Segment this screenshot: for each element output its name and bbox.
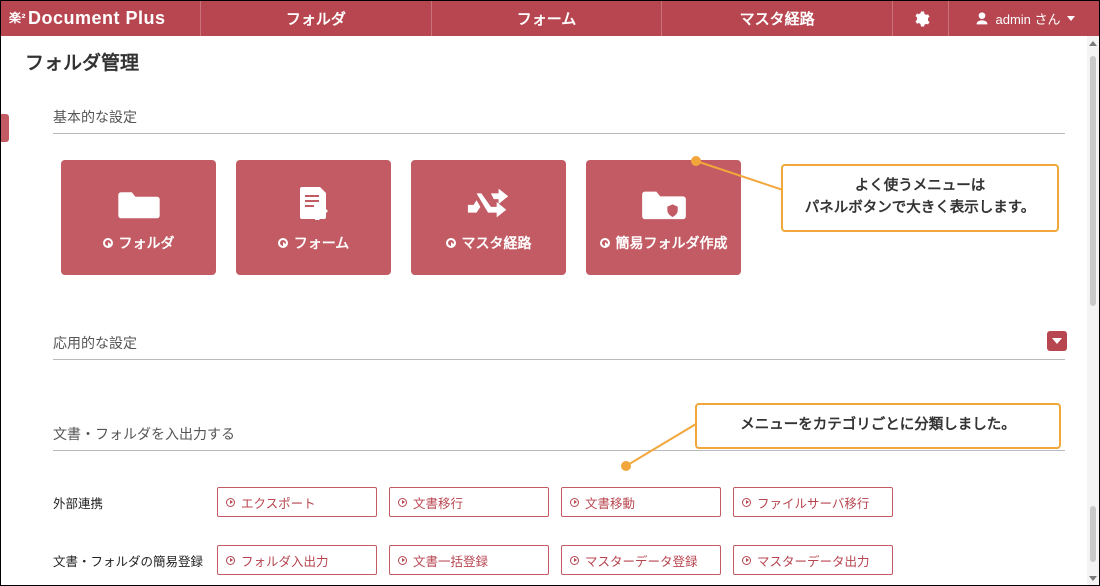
pill-label: マスターデータ登録: [585, 551, 698, 570]
panel-folder-label: フォルダ: [119, 233, 175, 253]
chevron-down-icon: [1052, 338, 1062, 344]
pill-label: フォルダ入出力: [241, 551, 329, 570]
scroll-down-button[interactable]: [1087, 571, 1099, 585]
nav-folder[interactable]: フォルダ: [201, 1, 432, 36]
vertical-scrollbar[interactable]: [1087, 36, 1099, 585]
pill-label: 文書一括登録: [413, 551, 488, 570]
bullet-icon: [570, 556, 579, 565]
user-name-label: admin さん: [996, 9, 1061, 28]
section-advanced-heading: 応用的な設定: [53, 333, 1065, 360]
folder-shield-icon: [641, 183, 687, 223]
callout-panel-text: よく使うメニューは パネルボタンで大きく表示します。: [805, 178, 1036, 216]
collapse-toggle[interactable]: [1047, 331, 1067, 351]
pill-export[interactable]: エクスポート: [217, 487, 377, 517]
bullet-icon: [600, 238, 610, 248]
nav-form-label: フォーム: [517, 8, 577, 29]
callout-category-text: メニューをカテゴリごとに分類しました。: [740, 417, 1016, 433]
bullet-icon: [446, 238, 456, 248]
shuffle-icon: [466, 183, 512, 223]
caret-down-icon: [1067, 16, 1075, 21]
pill-label: 文書移動: [585, 493, 635, 512]
app-logo: 楽²Document Plus: [1, 1, 201, 36]
callout-category: メニューをカテゴリごとに分類しました。: [695, 403, 1061, 449]
settings-gear-button[interactable]: [893, 1, 949, 36]
bullet-icon: [398, 498, 407, 507]
pill-label: マスターデータ出力: [757, 551, 870, 570]
row-easy-reg-label: 文書・フォルダの簡易登録: [53, 551, 203, 570]
bullet-icon: [278, 238, 288, 248]
panel-form[interactable]: フォーム: [236, 160, 391, 275]
top-nav: 楽²Document Plus フォルダ フォーム マスタ経路 admin さん: [1, 1, 1099, 36]
bullet-icon: [742, 498, 751, 507]
bullet-icon: [226, 498, 235, 507]
pill-doc-migrate[interactable]: 文書移行: [389, 487, 549, 517]
scrollbar-thumb[interactable]: [1090, 506, 1096, 562]
pill-folder-io[interactable]: フォルダ入出力: [217, 545, 377, 575]
page-body: フォルダ管理 基本的な設定 フォルダ フォーム: [1, 36, 1087, 585]
logo-prefix: 楽²: [9, 9, 26, 26]
form-edit-icon: [291, 183, 337, 223]
row-external: 外部連携 エクスポート 文書移行 文書移動 ファイルサーバ移行: [53, 487, 1065, 517]
callout-panel: よく使うメニューは パネルボタンで大きく表示します。: [781, 164, 1059, 232]
panel-master-route[interactable]: マスタ経路: [411, 160, 566, 275]
panel-master-label: マスタ経路: [462, 233, 532, 253]
page-title: フォルダ管理: [25, 48, 1075, 75]
callout-leader: [691, 156, 791, 196]
folder-add-icon: [116, 183, 162, 223]
pill-doc-bulk-reg[interactable]: 文書一括登録: [389, 545, 549, 575]
section-advanced-label: 応用的な設定: [53, 335, 137, 351]
pill-master-out[interactable]: マスターデータ出力: [733, 545, 893, 575]
nav-folder-label: フォルダ: [286, 8, 346, 29]
row-easy-reg: 文書・フォルダの簡易登録 フォルダ入出力 文書一括登録 マスターデータ登録 マス…: [53, 545, 1065, 575]
pill-master-reg[interactable]: マスターデータ登録: [561, 545, 721, 575]
row-external-label: 外部連携: [53, 493, 203, 512]
gear-icon: [912, 10, 930, 28]
panel-folder[interactable]: フォルダ: [61, 160, 216, 275]
bullet-icon: [570, 498, 579, 507]
pill-fileserver[interactable]: ファイルサーバ移行: [733, 487, 893, 517]
pill-doc-move[interactable]: 文書移動: [561, 487, 721, 517]
nav-master[interactable]: マスタ経路: [662, 1, 893, 36]
scroll-up-button[interactable]: [1087, 36, 1099, 50]
user-menu[interactable]: admin さん: [949, 1, 1099, 36]
nav-master-label: マスタ経路: [740, 8, 815, 29]
pill-label: ファイルサーバ移行: [757, 493, 869, 512]
nav-form[interactable]: フォーム: [432, 1, 663, 36]
panel-form-label: フォーム: [294, 233, 350, 253]
scrollbar-thumb[interactable]: [1090, 56, 1096, 306]
section-basic-heading: 基本的な設定: [53, 107, 1065, 134]
bullet-icon: [103, 238, 113, 248]
logo-main: Document Plus: [28, 8, 166, 28]
pill-label: エクスポート: [241, 493, 316, 512]
bullet-icon: [398, 556, 407, 565]
user-icon: [974, 11, 990, 27]
bullet-icon: [226, 556, 235, 565]
callout-leader: [621, 419, 701, 469]
bullet-icon: [742, 556, 751, 565]
pill-label: 文書移行: [413, 493, 463, 512]
panel-quick-label: 簡易フォルダ作成: [616, 233, 728, 253]
